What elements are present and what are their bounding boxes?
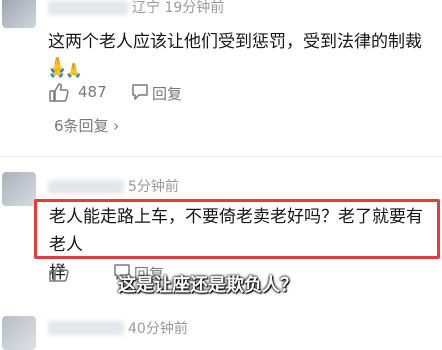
username-blurred[interactable] <box>48 1 128 15</box>
avatar[interactable] <box>2 172 36 206</box>
chat-bubble-icon[interactable] <box>130 82 150 102</box>
avatar[interactable] <box>2 316 36 350</box>
divider <box>0 156 442 157</box>
thumbs-up-icon[interactable] <box>48 262 70 282</box>
reply-button[interactable]: 回复 <box>152 83 182 104</box>
comment-meta: 40分钟前 <box>128 321 188 337</box>
comment-text-line: 老人能走路上车，不要倚老卖老好吗？老了就要有老人 <box>49 207 423 255</box>
comment-meta: 5分钟前 <box>128 179 179 195</box>
username-blurred[interactable] <box>48 321 124 335</box>
username-blurred[interactable] <box>48 180 124 194</box>
comment-text-line: 这两个老人应该让他们受到惩罚，受到法律的制裁 <box>48 32 422 52</box>
comment-text: 这两个老人应该让他们受到惩罚，受到法律的制裁🙏🙏 <box>48 28 438 85</box>
comment-actions: 487 回复 <box>48 82 248 104</box>
comment-meta: 辽宁 19分钟前 <box>132 0 225 16</box>
praying-hands-icon: 🙏 <box>48 56 67 74</box>
thumbs-up-icon[interactable] <box>48 82 70 102</box>
avatar[interactable] <box>2 0 36 28</box>
view-replies-link[interactable]: 6条回复 › <box>54 115 119 136</box>
like-count: 487 <box>78 83 107 101</box>
video-subtitle: 这是让座还是欺负人？ <box>118 275 298 296</box>
